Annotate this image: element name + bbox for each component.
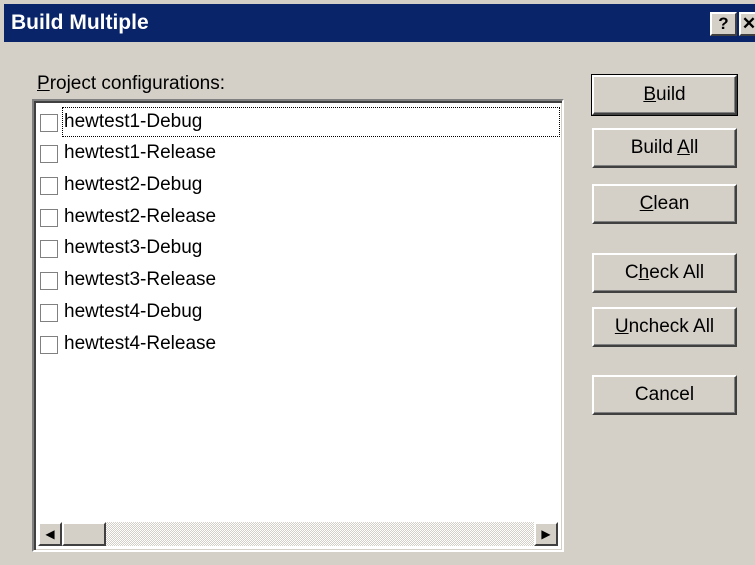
build-multiple-dialog: Build Multiple ? ✕ Project configuration… [0, 0, 755, 565]
list-item-label: hewtest2-Debug [64, 174, 203, 195]
cancel-button[interactable]: Cancel [592, 375, 737, 415]
scroll-right-button[interactable]: ▶ [534, 522, 558, 546]
list-item-label: hewtest1-Release [64, 142, 217, 163]
close-icon: ✕ [741, 14, 755, 33]
list-item[interactable]: hewtest4-Debug [38, 297, 558, 327]
project-configurations-label: Project configurations: [37, 73, 226, 94]
list-item[interactable]: hewtest2-Debug [38, 170, 558, 200]
check-all-button[interactable]: Check All [592, 253, 737, 293]
build-button[interactable]: Build [591, 74, 738, 116]
checkbox[interactable] [40, 177, 58, 195]
list-item-label: hewtest3-Release [64, 269, 217, 290]
clean-button[interactable]: Clean [592, 184, 737, 224]
list-item[interactable]: hewtest2-Release [38, 202, 558, 232]
checkbox[interactable] [40, 272, 58, 290]
list-item-label: hewtest2-Release [64, 206, 217, 227]
scroll-thumb[interactable] [62, 522, 106, 546]
build-all-button[interactable]: Build All [592, 128, 737, 168]
title-bar: Build Multiple ? ✕ [4, 4, 755, 42]
checkbox[interactable] [40, 145, 58, 163]
checkbox[interactable] [40, 114, 58, 132]
checkbox[interactable] [40, 304, 58, 322]
list-item[interactable]: hewtest1-Debug [38, 107, 560, 137]
arrow-right-icon: ▶ [541, 527, 551, 541]
list-item-label: hewtest4-Debug [64, 301, 203, 322]
arrow-left-icon: ◀ [45, 527, 55, 541]
scroll-left-button[interactable]: ◀ [38, 522, 62, 546]
checkbox[interactable] [40, 240, 58, 258]
list-item-label: hewtest3-Debug [64, 237, 203, 258]
list-item-label: hewtest1-Debug [62, 107, 560, 137]
help-icon: ? [718, 14, 729, 33]
uncheck-all-button[interactable]: Uncheck All [592, 307, 737, 347]
checkbox[interactable] [40, 209, 58, 227]
list-item[interactable]: hewtest3-Release [38, 265, 558, 295]
list-item[interactable]: hewtest3-Debug [38, 233, 558, 263]
help-button[interactable]: ? [710, 12, 737, 36]
list-item[interactable]: hewtest4-Release [38, 329, 558, 359]
window-title: Build Multiple [11, 11, 149, 34]
checkbox[interactable] [40, 336, 58, 354]
configurations-listbox[interactable]: hewtest1-Debug hewtest1-Release hewtest2… [32, 99, 564, 552]
horizontal-scrollbar[interactable]: ◀ ▶ [38, 522, 558, 546]
list-item-label: hewtest4-Release [64, 333, 217, 354]
close-button[interactable]: ✕ [739, 12, 755, 36]
list-item[interactable]: hewtest1-Release [38, 138, 558, 168]
